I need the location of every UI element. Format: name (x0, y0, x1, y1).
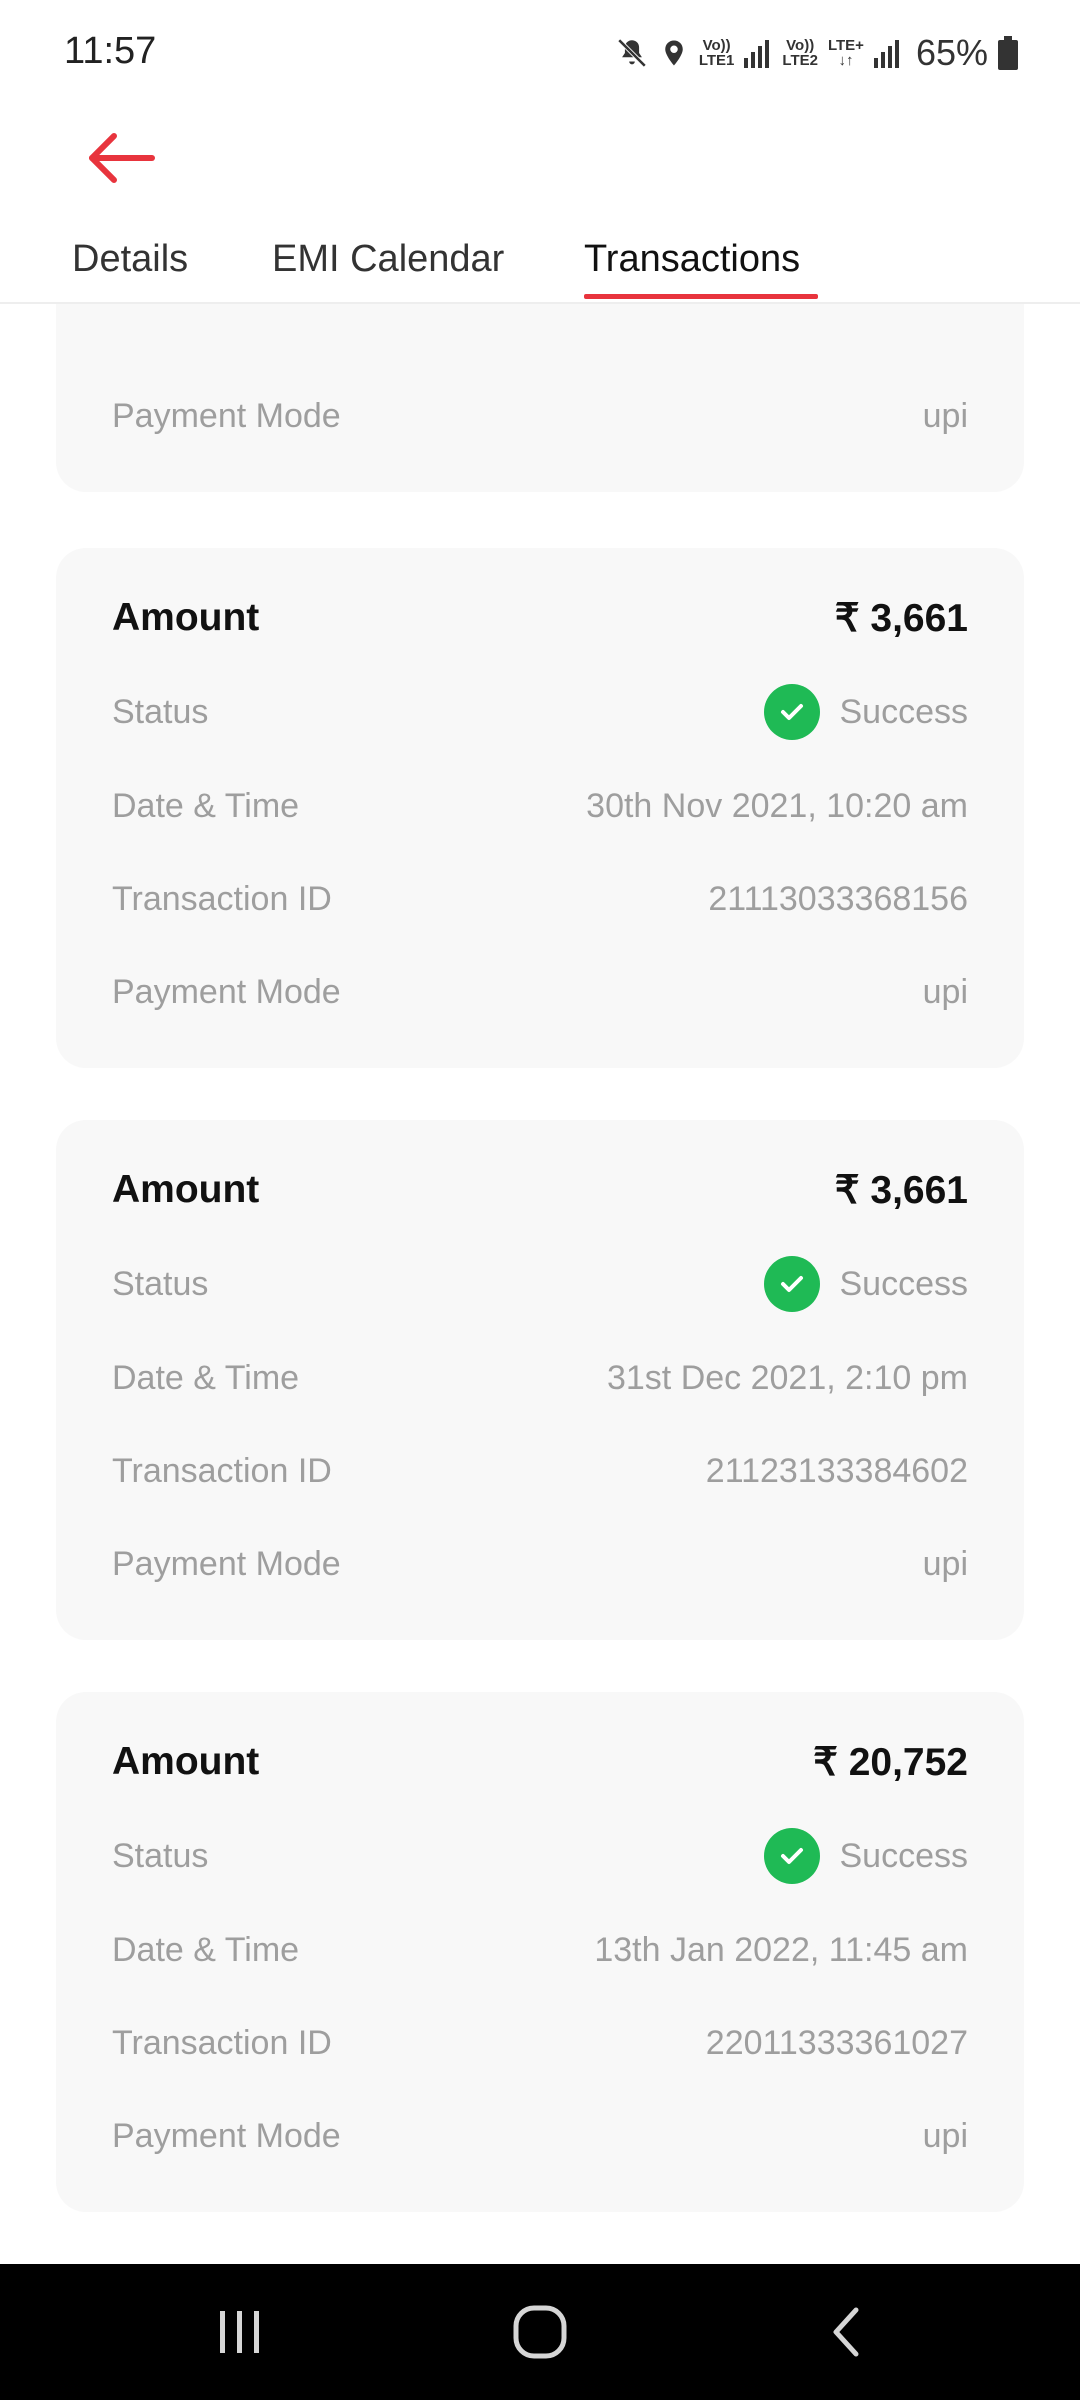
status-badge: Success (763, 1828, 969, 1884)
signal-2-icon (873, 38, 902, 68)
home-icon (512, 2304, 568, 2365)
payment-mode-value: upi (922, 2116, 968, 2155)
payment-mode-label: Payment Mode (112, 1544, 341, 1583)
amount-row: Amount ₹ 3,661 (112, 1160, 968, 1220)
datetime-row: Date & Time 31st Dec 2021, 2:10 pm (112, 1348, 968, 1408)
tab-transactions[interactable]: Transactions (584, 238, 800, 281)
transaction-card-partial: Payment Mode upi (56, 304, 1024, 492)
transaction-list[interactable]: Payment Mode upi Amount ₹ 3,661 Status S… (0, 304, 1080, 2264)
home-button[interactable] (480, 2294, 600, 2374)
status-row: Status Success (112, 682, 968, 742)
datetime-label: Date & Time (112, 786, 300, 825)
amount-value: ₹ 3,661 (834, 596, 968, 640)
amount-value: ₹ 3,661 (834, 1168, 968, 1212)
status-value: Success (839, 1264, 969, 1303)
amount-value: ₹ 20,752 (813, 1740, 968, 1784)
status-icons: Vo)) LTE1 Vo)) LTE2 LTE+ ↓↑ 65% (615, 28, 1018, 78)
network-2-extra: LTE+ ↓↑ (828, 38, 864, 68)
transaction-id-row: Transaction ID 21113033368156 (112, 869, 968, 929)
status-value: Success (839, 692, 969, 731)
transaction-id-label: Transaction ID (112, 2023, 332, 2062)
tab-bar: Details EMI Calendar Transactions (0, 220, 1080, 304)
transaction-id-label: Transaction ID (112, 879, 332, 918)
tab-details[interactable]: Details (72, 238, 188, 281)
payment-mode-label: Payment Mode (112, 972, 341, 1011)
payment-mode-row: Payment Mode upi (112, 962, 968, 1022)
transaction-id-label: Transaction ID (112, 1451, 332, 1490)
status-label: Status (112, 692, 209, 731)
active-tab-indicator (584, 294, 818, 299)
chevron-left-icon (826, 2304, 866, 2365)
payment-mode-label: Payment Mode (112, 2116, 341, 2155)
transaction-card: Amount ₹ 3,661 Status Success Date & Tim… (56, 548, 1024, 1068)
check-circle-icon (763, 1256, 820, 1312)
recent-apps-icon (215, 2307, 265, 2362)
payment-mode-row: Payment Mode upi (112, 1534, 968, 1594)
amount-row: Amount ₹ 3,661 (112, 588, 968, 648)
system-back-button[interactable] (786, 2294, 906, 2374)
status-bar: 11:57 Vo)) LTE1 Vo)) LTE2 LTE+ ↓↑ 65% (0, 0, 1080, 110)
amount-label: Amount (112, 1168, 260, 1211)
status-row: Status Success (112, 1826, 968, 1886)
data-arrows-icon: ↓↑ (838, 52, 854, 69)
datetime-value: 13th Jan 2022, 11:45 am (594, 1930, 968, 1969)
net2-bottom: LTE2 (782, 52, 818, 69)
payment-mode-row: Payment Mode upi (112, 2106, 968, 2166)
recent-apps-button[interactable] (180, 2294, 300, 2374)
datetime-value: 31st Dec 2021, 2:10 pm (606, 1358, 968, 1397)
transaction-id-value: 21113033368156 (708, 879, 968, 918)
status-label: Status (112, 1264, 209, 1303)
transaction-id-value: 22011333361027 (705, 2023, 968, 2062)
amount-label: Amount (112, 1740, 260, 1783)
net2-top: Vo)) (786, 37, 815, 54)
payment-mode-label: Payment Mode (112, 396, 341, 435)
payment-mode-value: upi (922, 396, 968, 435)
amount-row: Amount ₹ 20,752 (112, 1732, 968, 1792)
transaction-id-row: Transaction ID 22011333361027 (112, 2013, 968, 2073)
transaction-id-value: 21123133384602 (705, 1451, 968, 1490)
status-row: Status Success (112, 1254, 968, 1314)
status-badge: Success (763, 684, 969, 740)
payment-mode-value: upi (922, 972, 968, 1011)
status-label: Status (112, 1836, 209, 1875)
net1-top: Vo)) (702, 37, 731, 54)
network-2-label: Vo)) LTE2 (782, 38, 818, 68)
tab-emi-calendar[interactable]: EMI Calendar (272, 238, 504, 281)
datetime-label: Date & Time (112, 1930, 300, 1969)
transaction-id-row: Transaction ID 21123133384602 (112, 1441, 968, 1501)
back-button[interactable] (70, 120, 170, 200)
datetime-label: Date & Time (112, 1358, 300, 1397)
net1-bottom: LTE1 (698, 52, 735, 69)
battery-percent: 65% (915, 32, 988, 73)
system-nav-bar (0, 2264, 1080, 2400)
payment-mode-value: upi (922, 1544, 968, 1583)
arrow-left-icon (84, 132, 156, 189)
check-circle-icon (763, 1828, 820, 1884)
datetime-row: Date & Time 13th Jan 2022, 11:45 am (112, 1920, 968, 1980)
net2-extra-label: LTE+ (827, 37, 864, 54)
status-value: Success (839, 1836, 969, 1875)
payment-mode-row: Payment Mode upi (112, 386, 968, 446)
amount-label: Amount (112, 596, 260, 639)
transaction-card: Amount ₹ 20,752 Status Success Date & Ti… (56, 1692, 1024, 2212)
transaction-card: Amount ₹ 3,661 Status Success Date & Tim… (56, 1120, 1024, 1640)
datetime-row: Date & Time 30th Nov 2021, 10:20 am (112, 776, 968, 836)
datetime-value: 30th Nov 2021, 10:20 am (586, 786, 968, 825)
check-circle-icon (763, 684, 820, 740)
status-badge: Success (763, 1256, 969, 1312)
battery-icon (998, 36, 1018, 70)
location-icon (659, 36, 689, 70)
signal-1-icon (744, 38, 772, 68)
mute-icon (615, 36, 649, 70)
status-time: 11:57 (64, 30, 157, 72)
network-1-label: Vo)) LTE1 (699, 38, 735, 68)
